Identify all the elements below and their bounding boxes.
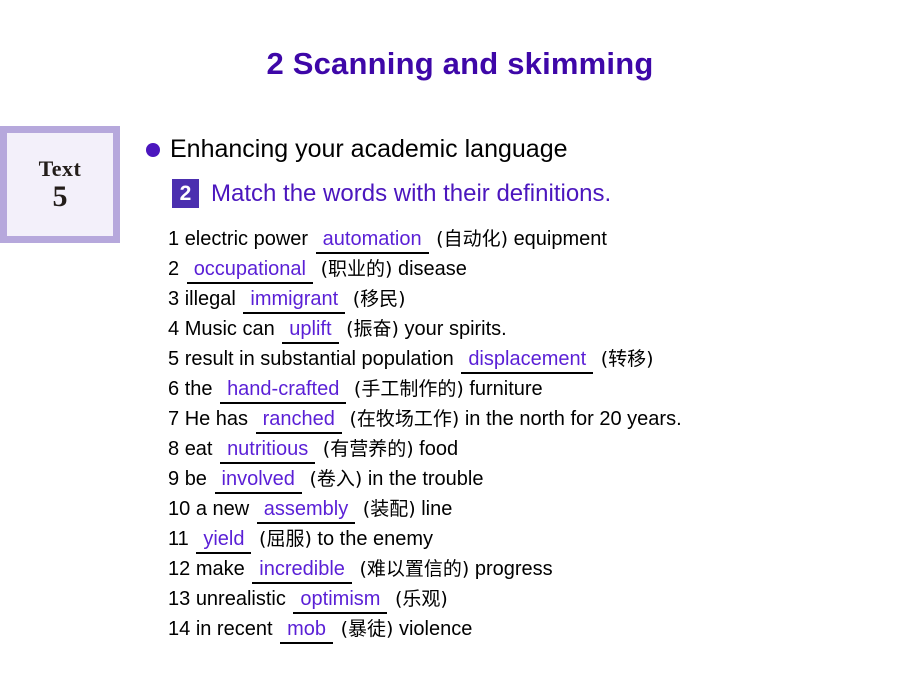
task-number-badge: 2 bbox=[172, 179, 199, 208]
exercise-answer-blank[interactable]: hand-crafted bbox=[220, 378, 347, 404]
exercise-text-after: in the north for 20 years. bbox=[464, 408, 682, 430]
task-instruction: Match the words with their definitions. bbox=[211, 179, 612, 207]
exercise-text-after: in the trouble bbox=[367, 468, 484, 490]
exercise-text-after: to the enemy bbox=[317, 528, 434, 550]
text-number-box: Text 5 bbox=[0, 126, 120, 243]
exercise-number: 5 bbox=[168, 348, 180, 370]
exercise-text-before: unrealistic bbox=[195, 588, 286, 610]
exercise-number: 11 bbox=[168, 528, 189, 550]
exercise-chinese-gloss: (难以置信的) bbox=[359, 558, 470, 580]
exercise-chinese-gloss: (装配) bbox=[362, 498, 416, 520]
exercise-number: 12 bbox=[168, 558, 191, 580]
exercise-number: 3 bbox=[168, 288, 180, 310]
exercise-text-after: progress bbox=[474, 558, 553, 580]
exercise-answer-blank[interactable]: nutritious bbox=[220, 438, 316, 464]
exercise-answer-blank[interactable]: mob bbox=[280, 618, 333, 644]
exercise-list: 1 electric power automation (自动化) equipm… bbox=[168, 224, 918, 644]
exercise-text-before: the bbox=[184, 378, 213, 400]
exercise-answer-blank[interactable]: displacement bbox=[461, 348, 594, 374]
exercise-answer-blank[interactable]: uplift bbox=[282, 318, 339, 344]
exercise-text-before: make bbox=[195, 558, 245, 580]
exercise-number: 8 bbox=[168, 438, 180, 460]
exercise-item: 8 eat nutritious (有营养的) food bbox=[168, 434, 918, 464]
exercise-text-before: a new bbox=[195, 498, 250, 520]
exercise-text-before: Music can bbox=[184, 318, 275, 340]
exercise-chinese-gloss: (在牧场工作) bbox=[349, 408, 460, 430]
page-title: 2 Scanning and skimming bbox=[266, 46, 654, 81]
exercise-text-after: violence bbox=[398, 618, 473, 640]
exercise-item: 2 occupational (职业的) disease bbox=[168, 254, 918, 284]
exercise-number: 10 bbox=[168, 498, 191, 520]
exercise-text-before: result in substantial population bbox=[184, 348, 454, 370]
exercise-text-after: furniture bbox=[469, 378, 543, 400]
exercise-answer-blank[interactable]: involved bbox=[214, 468, 302, 494]
exercise-chinese-gloss: (卷入) bbox=[309, 468, 363, 490]
exercise-answer-blank[interactable]: incredible bbox=[252, 558, 352, 584]
exercise-chinese-gloss: (有营养的) bbox=[322, 438, 414, 460]
exercise-item: 9 be involved (卷入) in the trouble bbox=[168, 464, 918, 494]
exercise-text-after: disease bbox=[397, 258, 467, 280]
exercise-item: 1 electric power automation (自动化) equipm… bbox=[168, 224, 918, 254]
exercise-chinese-gloss: (手工制作的) bbox=[353, 378, 464, 400]
exercise-answer-blank[interactable]: immigrant bbox=[243, 288, 346, 314]
exercise-text-before: be bbox=[184, 468, 207, 490]
bullet-circle-icon bbox=[146, 142, 160, 157]
exercise-number: 6 bbox=[168, 378, 180, 400]
exercise-number: 9 bbox=[168, 468, 180, 490]
exercise-number: 2 bbox=[168, 258, 180, 280]
section-bullet-row: Enhancing your academic language bbox=[146, 135, 568, 164]
exercise-answer-blank[interactable]: optimism bbox=[293, 588, 388, 614]
exercise-text-before: in recent bbox=[195, 618, 273, 640]
exercise-text-before: eat bbox=[184, 438, 213, 460]
exercise-item: 11 yield (屈服) to the enemy bbox=[168, 524, 918, 554]
exercise-chinese-gloss: (自动化) bbox=[436, 228, 508, 250]
exercise-item: 3 illegal immigrant (移民) bbox=[168, 284, 918, 314]
exercise-number: 4 bbox=[168, 318, 180, 340]
exercise-item: 6 the hand-crafted (手工制作的) furniture bbox=[168, 374, 918, 404]
exercise-chinese-gloss: (职业的) bbox=[320, 258, 393, 280]
exercise-item: 12 make incredible (难以置信的) progress bbox=[168, 554, 918, 584]
exercise-text-after: food bbox=[419, 438, 459, 460]
exercise-text-before: He has bbox=[184, 408, 249, 430]
exercise-answer-blank[interactable]: occupational bbox=[186, 258, 313, 284]
exercise-item: 7 He has ranched (在牧场工作) in the north fo… bbox=[168, 404, 918, 434]
section-bullet-label: Enhancing your academic language bbox=[170, 135, 568, 163]
text-box-number: 5 bbox=[52, 179, 68, 213]
exercise-item: 13 unrealistic optimism (乐观) bbox=[168, 584, 918, 614]
text-box-label: Text bbox=[38, 155, 82, 181]
exercise-number: 14 bbox=[168, 618, 191, 640]
exercise-number: 13 bbox=[168, 588, 191, 610]
exercise-text-after: line bbox=[421, 498, 453, 520]
exercise-item: 10 a new assembly (装配) line bbox=[168, 494, 918, 524]
exercise-item: 5 result in substantial population displ… bbox=[168, 344, 918, 374]
exercise-text-before: illegal bbox=[184, 288, 236, 310]
exercise-chinese-gloss: (暴徒) bbox=[340, 618, 394, 640]
exercise-answer-blank[interactable]: ranched bbox=[255, 408, 342, 434]
exercise-chinese-gloss: (乐观) bbox=[395, 588, 448, 610]
exercise-answer-blank[interactable]: automation bbox=[315, 228, 429, 254]
exercise-chinese-gloss: (屈服) bbox=[259, 528, 312, 550]
exercise-text-after: your spirits. bbox=[404, 318, 507, 340]
task-heading-row: 2 Match the words with their definitions… bbox=[172, 179, 611, 208]
exercise-item: 14 in recent mob (暴徒) violence bbox=[168, 614, 918, 644]
exercise-chinese-gloss: (转移) bbox=[600, 348, 654, 370]
exercise-chinese-gloss: (移民) bbox=[352, 288, 406, 310]
exercise-text-after: equipment bbox=[513, 228, 607, 250]
exercise-answer-blank[interactable]: assembly bbox=[256, 498, 356, 524]
exercise-number: 1 bbox=[168, 228, 180, 250]
exercise-chinese-gloss: (振奋) bbox=[346, 318, 399, 340]
exercise-item: 4 Music can uplift (振奋) your spirits. bbox=[168, 314, 918, 344]
exercise-text-before: electric power bbox=[184, 228, 309, 250]
exercise-number: 7 bbox=[168, 408, 180, 430]
exercise-answer-blank[interactable]: yield bbox=[196, 528, 252, 554]
